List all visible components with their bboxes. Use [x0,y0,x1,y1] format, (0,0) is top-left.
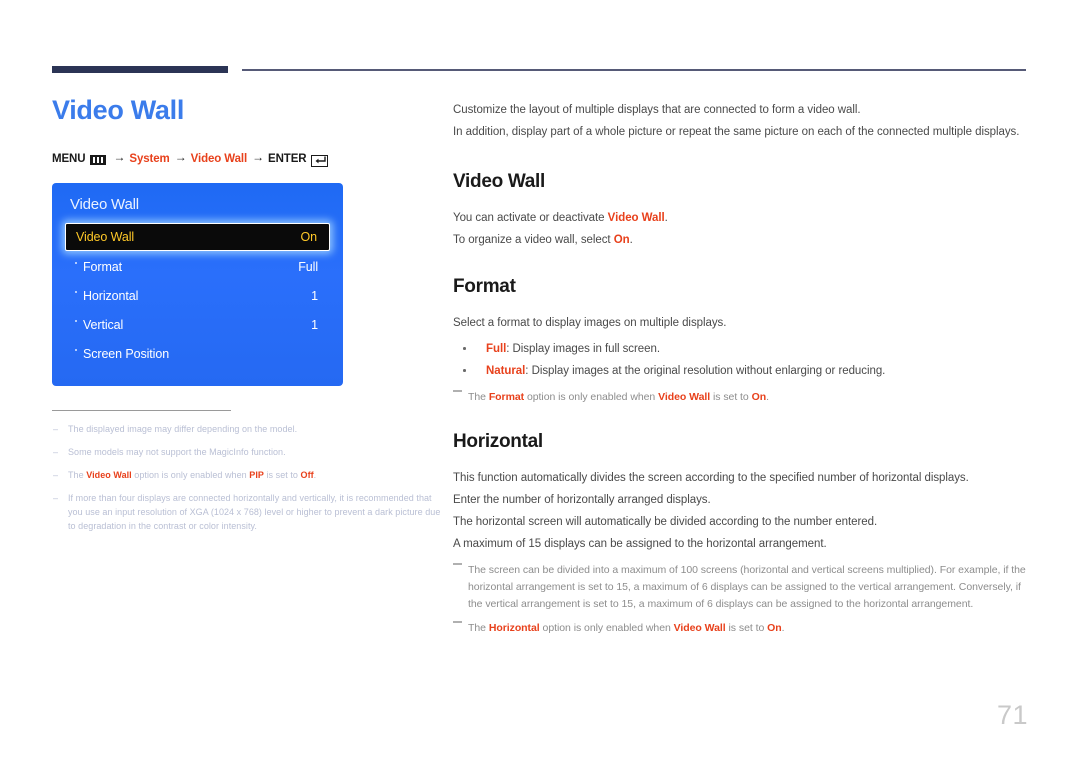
bullet-dot-icon [75,262,77,265]
menu-bars-icon [90,154,107,165]
bullet-dot-icon [463,369,466,372]
osd-row-list: Video Wall On Format Full Horizontal 1 Vertica… [65,222,330,369]
intro-paragraphs: Customize the layout of multiple display… [453,99,1028,143]
osd-row-value: 1 [311,318,318,333]
page-number: 71 [996,700,1028,730]
section-paragraph: Select a format to display images on mul… [453,317,727,329]
dash-icon: – [53,423,59,434]
breadcrumb-enter-label: ENTER [268,152,307,165]
footnote-item: – If more than four displays are connecte… [53,492,441,531]
footnote-item: – The displayed image may differ dependin… [53,423,298,434]
breadcrumb-step-video-wall: Video Wall [190,152,248,165]
osd-row-value: Full [298,260,318,275]
osd-panel-title: Video Wall [70,195,139,213]
section-paragraph: This function automatically divides the … [453,472,969,484]
dash-icon [453,563,462,565]
section-list: Video Wall You can activate or deactivate… [453,171,1028,637]
option-bullet-item: Natural: Display images at the original … [453,360,1028,382]
bullet-dot-icon [75,349,77,352]
section-subnote: The screen can be divided into a maximum… [453,562,1028,613]
breadcrumb-arrow-2: → [174,149,187,164]
section-heading-video-wall: Video Wall [453,171,546,192]
right-column: Customize the layout of multiple display… [453,99,1028,637]
option-bullet-list: Full: Display images in full screen. Natu… [453,338,1028,382]
menu-path-breadcrumb: MENU → System → Video Wall → ENTER [52,149,442,167]
breadcrumb-menu-label: MENU [52,152,86,165]
dash-icon: – [53,469,59,480]
breadcrumb-step-system: System [129,152,170,165]
osd-row-value: 1 [311,289,318,304]
section-paragraph: The horizontal screen will automatically… [453,516,878,528]
page-title: Video Wall [52,95,185,125]
bullet-dot-icon [75,320,77,323]
dash-icon: – [53,446,59,457]
document-page: Video Wall MENU → System → Video Wall → … [0,0,1080,763]
dash-icon: – [53,492,59,503]
osd-row-value: On [300,229,318,244]
bullet-dot-icon [463,347,466,350]
osd-row-label: Video Wall [76,229,135,244]
osd-row-vertical[interactable]: Vertical 1 [65,311,330,340]
breadcrumb-arrow-3: → [252,149,265,164]
breadcrumb-arrow-1: → [113,149,126,164]
dash-icon [453,621,462,623]
section-heading-format: Format [453,276,516,297]
osd-row-label: Format [75,260,122,274]
osd-row-format[interactable]: Format Full [65,253,330,282]
osd-row-label: Screen Position [75,347,169,361]
option-bullet-item: Full: Display images in full screen. [453,338,1028,360]
osd-row-screen-position[interactable]: Screen Position [65,340,330,369]
intro-paragraph: In addition, display part of a whole pic… [453,126,1020,138]
footnote-item: – The Video Wall option is only enabled w… [53,469,317,480]
footnote-item: – Some models may not support the MagicIn… [53,446,286,457]
section-paragraph: To organize a video wall, select On. [453,234,633,246]
dash-icon [453,390,462,392]
section-subnote: The Format option is only enabled when V… [453,389,1028,406]
section-paragraph: You can activate or deactivate Video Wal… [453,212,668,224]
osd-row-horizontal[interactable]: Horizontal 1 [65,282,330,311]
osd-row-label: Horizontal [75,289,138,303]
bullet-dot-icon [75,291,77,294]
osd-menu-panel: Video Wall Video Wall On Format Full Horizon… [52,182,343,386]
section-paragraph: A maximum of 15 displays can be assigned… [453,538,827,550]
footnote-list: – The displayed image may differ dependin… [52,422,442,533]
header-rule-thick [52,66,228,73]
intro-paragraph: Customize the layout of multiple display… [453,104,861,116]
enter-key-icon [310,154,328,167]
osd-row-video-wall[interactable]: Video Wall On [65,222,330,251]
osd-row-label: Vertical [75,318,123,332]
section-heading-horizontal: Horizontal [453,431,543,452]
left-column: Video Wall MENU → System → Video Wall → … [52,95,442,542]
section-paragraph: Enter the number of horizontally arrange… [453,494,711,506]
section-subnote: The Horizontal option is only enabled wh… [453,620,1028,637]
footnote-separator [52,409,231,411]
header-rule-thin [242,69,1026,71]
